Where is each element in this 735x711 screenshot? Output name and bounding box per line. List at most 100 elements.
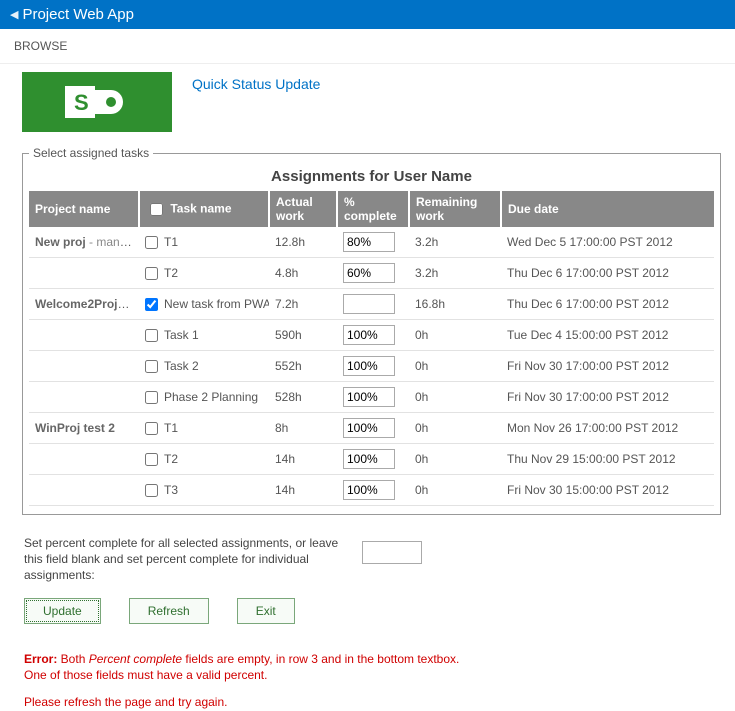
pct-input[interactable] <box>343 418 395 438</box>
cell-pct <box>337 320 409 351</box>
cell-remaining: 0h <box>409 351 501 382</box>
pct-input[interactable] <box>343 480 395 500</box>
cell-task: T1 <box>139 413 269 444</box>
cell-project: New proj - manual <box>29 227 139 258</box>
batch-percent-input[interactable] <box>362 541 422 564</box>
cell-remaining: 3.2h <box>409 258 501 289</box>
cell-remaining: 0h <box>409 444 501 475</box>
task-name-label: T1 <box>164 235 178 249</box>
assignments-table: Project name Task name Actual work % com… <box>29 191 714 506</box>
cell-pct <box>337 475 409 506</box>
task-checkbox[interactable] <box>145 298 158 311</box>
table-row: T314h0hFri Nov 30 15:00:00 PST 2012 <box>29 475 714 506</box>
cell-task: Task 1 <box>139 320 269 351</box>
cell-pct <box>337 227 409 258</box>
cell-actual: 7.2h <box>269 289 337 320</box>
cell-task: T1 <box>139 227 269 258</box>
col-project: Project name <box>29 191 139 227</box>
cell-remaining: 0h <box>409 475 501 506</box>
cell-actual: 12.8h <box>269 227 337 258</box>
table-row: Task 1590h0hTue Dec 4 15:00:00 PST 2012 <box>29 320 714 351</box>
cell-due: Fri Nov 30 17:00:00 PST 2012 <box>501 382 714 413</box>
exit-button[interactable]: Exit <box>237 598 295 624</box>
pct-input[interactable] <box>343 325 395 345</box>
task-name-label: T3 <box>164 483 178 497</box>
cell-pct <box>337 413 409 444</box>
task-checkbox[interactable] <box>145 391 158 404</box>
cell-remaining: 0h <box>409 320 501 351</box>
ribbon-tab-browse[interactable]: BROWSE <box>0 29 735 64</box>
task-checkbox[interactable] <box>145 329 158 342</box>
pct-input[interactable] <box>343 232 395 252</box>
app-title: Project Web App <box>22 6 133 23</box>
task-checkbox[interactable] <box>145 360 158 373</box>
cell-actual: 4.8h <box>269 258 337 289</box>
table-row: T214h0hThu Nov 29 15:00:00 PST 2012 <box>29 444 714 475</box>
cell-pct <box>337 382 409 413</box>
cell-remaining: 0h <box>409 382 501 413</box>
cell-project <box>29 258 139 289</box>
task-checkbox[interactable] <box>145 267 158 280</box>
cell-actual: 14h <box>269 444 337 475</box>
cell-project: Welcome2Project <box>29 289 139 320</box>
top-bar: ◀ Project Web App <box>0 0 735 29</box>
col-pct: % complete <box>337 191 409 227</box>
task-checkbox[interactable] <box>145 453 158 466</box>
assignments-title: Assignments for User Name <box>29 166 714 191</box>
refresh-button[interactable]: Refresh <box>129 598 209 624</box>
table-row: T24.8h3.2hThu Dec 6 17:00:00 PST 2012 <box>29 258 714 289</box>
batch-percent-area: Set percent complete for all selected as… <box>0 525 735 584</box>
cell-pct <box>337 444 409 475</box>
task-checkbox[interactable] <box>145 236 158 249</box>
table-row: Task 2552h 0hFri Nov 30 17:00:00 PST 2012 <box>29 351 714 382</box>
cell-project <box>29 382 139 413</box>
select-assigned-tasks-fieldset: Select assigned tasks Assignments for Us… <box>22 146 721 515</box>
cell-due: Thu Dec 6 17:00:00 PST 2012 <box>501 289 714 320</box>
pct-input[interactable] <box>343 294 395 314</box>
cell-task: T3 <box>139 475 269 506</box>
col-actual: Actual work <box>269 191 337 227</box>
task-name-label: T2 <box>164 266 178 280</box>
cell-project <box>29 351 139 382</box>
cell-due: Fri Nov 30 15:00:00 PST 2012 <box>501 475 714 506</box>
cell-due: Tue Dec 4 15:00:00 PST 2012 <box>501 320 714 351</box>
cell-remaining: 3.2h <box>409 227 501 258</box>
cell-project <box>29 320 139 351</box>
cell-project <box>29 475 139 506</box>
cell-actual: 528h <box>269 382 337 413</box>
task-name-label: T1 <box>164 421 178 435</box>
task-name-label: Task 1 <box>164 328 199 342</box>
sharepoint-logo-tile: S <box>22 72 172 132</box>
cell-remaining: 16.8h <box>409 289 501 320</box>
pct-input[interactable] <box>343 356 395 376</box>
pct-input[interactable] <box>343 387 395 407</box>
button-row: Update Refresh Exit <box>0 584 735 632</box>
fieldset-legend: Select assigned tasks <box>29 146 153 160</box>
update-button[interactable]: Update <box>24 598 101 624</box>
cell-actual: 8h <box>269 413 337 444</box>
cell-pct <box>337 258 409 289</box>
error-label: Error: <box>24 652 57 666</box>
cell-task: Task 2 <box>139 351 269 382</box>
svg-text:S: S <box>74 90 89 115</box>
pct-input[interactable] <box>343 449 395 469</box>
task-name-label: T2 <box>164 452 178 466</box>
col-due: Due date <box>501 191 714 227</box>
cell-project: WinProj test 2 <box>29 413 139 444</box>
task-name-label: New task from PWA <box>164 297 269 311</box>
task-checkbox[interactable] <box>145 422 158 435</box>
cell-task: T2 <box>139 444 269 475</box>
cell-pct <box>337 351 409 382</box>
cell-pct <box>337 289 409 320</box>
sharepoint-icon: S <box>65 82 129 122</box>
quick-status-update-link[interactable]: Quick Status Update <box>192 76 320 92</box>
cell-due: Wed Dec 5 17:00:00 PST 2012 <box>501 227 714 258</box>
error-message: Error: Both Percent complete fields are … <box>0 647 735 711</box>
cell-remaining: 0h <box>409 413 501 444</box>
cell-actual: 552h <box>269 351 337 382</box>
select-all-checkbox[interactable] <box>150 203 163 216</box>
task-checkbox[interactable] <box>145 484 158 497</box>
pct-input[interactable] <box>343 263 395 283</box>
batch-instructions: Set percent complete for all selected as… <box>24 535 354 584</box>
cell-due: Fri Nov 30 17:00:00 PST 2012 <box>501 351 714 382</box>
